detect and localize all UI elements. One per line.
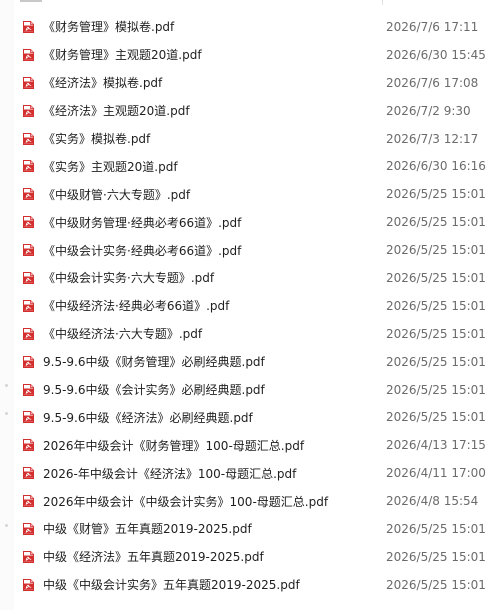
pdf-icon bbox=[23, 411, 34, 424]
pdf-icon bbox=[23, 550, 34, 563]
file-name: 9.5-9.6中级《经济法》必刷经典题.pdf bbox=[43, 410, 253, 425]
pdf-icon bbox=[23, 299, 34, 312]
file-name: 中级《财管》五年真题2019-2025.pdf bbox=[43, 522, 252, 537]
pdf-icon bbox=[23, 439, 34, 452]
file-name: 2026-年中级会计《经济法》100-母题汇总.pdf bbox=[43, 466, 297, 481]
file-row[interactable]: 《实务》主观题20道.pdf 2026/6/30 16:16 bbox=[14, 152, 490, 180]
file-row[interactable]: 《财务管理》模拟卷.pdf 2026/7/6 17:11 bbox=[14, 13, 490, 41]
file-modified-date: 2026/5/25 15:01 bbox=[386, 382, 486, 397]
file-name: 《实务》主观题20道.pdf bbox=[43, 159, 178, 174]
pdf-icon bbox=[23, 495, 34, 508]
file-name: 《实务》模拟卷.pdf bbox=[43, 132, 151, 146]
file-modified-date: 2026/4/8 15:54 bbox=[386, 494, 479, 509]
file-row[interactable]: 《中级经济法·经典必考66道》.pdf 2026/5/25 15:01 bbox=[14, 292, 490, 320]
column-header-strip bbox=[0, 0, 490, 6]
file-name: 《中级财管·六大专题》.pdf bbox=[43, 187, 191, 202]
file-row[interactable]: 中级《经济法》五年真题2019-2025.pdf 2026/5/25 15:01 bbox=[14, 543, 490, 571]
file-row[interactable]: 9.5-9.6中级《经济法》必刷经典题.pdf 2026/5/25 15:01 bbox=[14, 403, 490, 431]
pdf-icon bbox=[23, 271, 34, 284]
file-list: 《财务管理》模拟卷.pdf 2026/7/6 17:11 《财务管理》主观题20… bbox=[14, 13, 490, 599]
file-name: 《中级财务管理·经典必考66道》.pdf bbox=[43, 215, 242, 230]
pdf-icon bbox=[23, 578, 34, 591]
file-row[interactable]: 《中级财务管理·经典必考66道》.pdf 2026/5/25 15:01 bbox=[14, 208, 490, 236]
file-modified-date: 2026/5/25 15:01 bbox=[386, 354, 486, 369]
pdf-icon bbox=[23, 355, 34, 368]
pdf-icon bbox=[23, 76, 34, 89]
nav-pane-marker bbox=[5, 412, 8, 415]
header-divider bbox=[20, 0, 42, 2]
file-name: 2026年中级会计《财务管理》100-母题汇总.pdf bbox=[43, 438, 305, 453]
file-modified-date: 2026/7/6 17:11 bbox=[386, 19, 479, 34]
file-row[interactable]: 9.5-9.6中级《财务管理》必刷经典题.pdf 2026/5/25 15:01 bbox=[14, 348, 490, 376]
file-modified-date: 2026/5/25 15:01 bbox=[386, 270, 486, 285]
file-row[interactable]: 2026-年中级会计《经济法》100-母题汇总.pdf 2026/4/11 17… bbox=[14, 459, 490, 487]
file-name: 中级《中级会计实务》五年真题2019-2025.pdf bbox=[43, 578, 300, 593]
column-separator[interactable] bbox=[382, 0, 383, 5]
file-modified-date: 2026/5/25 15:01 bbox=[386, 187, 486, 202]
file-name: 2026年中级会计《中级会计实务》100-母题汇总.pdf bbox=[43, 494, 329, 509]
file-name: 《中级会计实务·六大专题》.pdf bbox=[43, 271, 215, 286]
file-name: 《中级会计实务·经典必考66道》.pdf bbox=[43, 243, 242, 258]
file-modified-date: 2026/5/25 15:01 bbox=[386, 243, 486, 258]
file-modified-date: 2026/7/2 9:30 bbox=[386, 103, 471, 118]
file-row[interactable]: 《经济法》主观题20道.pdf 2026/7/2 9:30 bbox=[14, 97, 490, 125]
file-modified-date: 2026/4/11 17:00 bbox=[386, 466, 486, 481]
file-name: 《中级经济法·经典必考66道》.pdf bbox=[43, 299, 230, 314]
file-row[interactable]: 《经济法》模拟卷.pdf 2026/7/6 17:08 bbox=[14, 69, 490, 97]
file-modified-date: 2026/6/30 15:45 bbox=[386, 47, 486, 62]
file-modified-date: 2026/5/25 15:01 bbox=[386, 549, 486, 564]
file-name: 《经济法》模拟卷.pdf bbox=[43, 76, 163, 91]
pdf-icon bbox=[23, 160, 34, 173]
pdf-icon bbox=[23, 132, 34, 145]
file-name: 9.5-9.6中级《财务管理》必刷经典题.pdf bbox=[43, 355, 265, 370]
pdf-icon bbox=[23, 104, 34, 117]
file-row[interactable]: 《中级会计实务·经典必考66道》.pdf 2026/5/25 15:01 bbox=[14, 236, 490, 264]
nav-pane-marker bbox=[5, 524, 8, 527]
file-name: 《财务管理》模拟卷.pdf bbox=[43, 20, 175, 35]
pdf-icon bbox=[23, 188, 34, 201]
file-modified-date: 2026/6/30 16:16 bbox=[386, 159, 486, 174]
file-row[interactable]: 《中级财管·六大专题》.pdf 2026/5/25 15:01 bbox=[14, 180, 490, 208]
file-modified-date: 2026/5/25 15:01 bbox=[386, 326, 486, 341]
file-row[interactable]: 2026年中级会计《财务管理》100-母题汇总.pdf 2026/4/13 17… bbox=[14, 431, 490, 459]
file-row[interactable]: 中级《中级会计实务》五年真题2019-2025.pdf 2026/5/25 15… bbox=[14, 571, 490, 599]
file-row[interactable]: 2026年中级会计《中级会计实务》100-母题汇总.pdf 2026/4/8 1… bbox=[14, 487, 490, 515]
pdf-icon bbox=[23, 216, 34, 229]
pdf-icon bbox=[23, 467, 34, 480]
file-name: 9.5-9.6中级《会计实务》必刷经典题.pdf bbox=[43, 383, 265, 398]
file-modified-date: 2026/7/3 12:17 bbox=[386, 131, 479, 146]
file-modified-date: 2026/5/25 15:01 bbox=[386, 215, 486, 230]
pdf-icon bbox=[23, 522, 34, 535]
file-row[interactable]: 《中级经济法·六大专题》.pdf 2026/5/25 15:01 bbox=[14, 320, 490, 348]
file-row[interactable]: 《财务管理》主观题20道.pdf 2026/6/30 15:45 bbox=[14, 41, 490, 69]
navigation-pane-edge bbox=[0, 0, 14, 610]
file-row[interactable]: 9.5-9.6中级《会计实务》必刷经典题.pdf 2026/5/25 15:01 bbox=[14, 376, 490, 404]
file-modified-date: 2026/5/25 15:01 bbox=[386, 521, 486, 536]
file-name: 中级《经济法》五年真题2019-2025.pdf bbox=[43, 550, 264, 565]
pdf-icon bbox=[23, 20, 34, 33]
pdf-icon bbox=[23, 48, 34, 61]
file-row[interactable]: 《中级会计实务·六大专题》.pdf 2026/5/25 15:01 bbox=[14, 264, 490, 292]
file-row[interactable]: 《实务》模拟卷.pdf 2026/7/3 12:17 bbox=[14, 125, 490, 153]
file-name: 《中级经济法·六大专题》.pdf bbox=[43, 327, 203, 342]
pdf-icon bbox=[23, 383, 34, 396]
nav-pane-marker bbox=[5, 384, 8, 387]
file-row[interactable]: 中级《财管》五年真题2019-2025.pdf 2026/5/25 15:01 bbox=[14, 515, 490, 543]
file-name: 《经济法》主观题20道.pdf bbox=[43, 104, 190, 119]
pdf-icon bbox=[23, 244, 34, 257]
file-modified-date: 2026/5/25 15:01 bbox=[386, 577, 486, 592]
pdf-icon bbox=[23, 327, 34, 340]
file-modified-date: 2026/7/6 17:08 bbox=[386, 75, 479, 90]
file-name: 《财务管理》主观题20道.pdf bbox=[43, 48, 202, 63]
file-modified-date: 2026/5/25 15:01 bbox=[386, 298, 486, 313]
file-modified-date: 2026/5/25 15:01 bbox=[386, 410, 486, 425]
file-modified-date: 2026/4/13 17:15 bbox=[386, 438, 486, 453]
